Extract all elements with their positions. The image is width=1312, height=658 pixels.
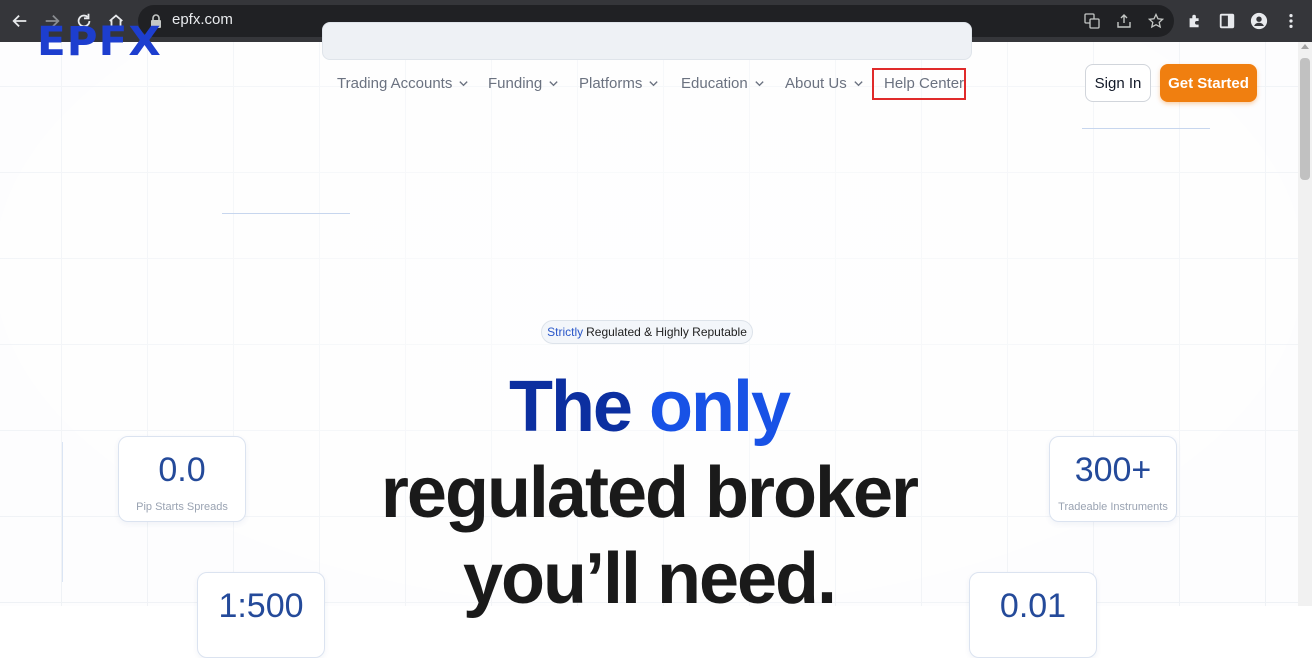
scrollbar-thumb[interactable] xyxy=(1300,58,1310,180)
stat-value: 0.01 xyxy=(999,587,1067,625)
stat-card-instruments: 300+ Tradeable Instruments xyxy=(1049,436,1177,522)
decorative-line xyxy=(1082,128,1210,129)
share-icon[interactable] xyxy=(1114,11,1134,31)
main-nav xyxy=(322,22,972,60)
stat-card-leverage: 1:500 xyxy=(197,572,325,658)
side-panel-icon[interactable] xyxy=(1214,8,1240,34)
nav-trading-accounts[interactable]: Trading Accounts xyxy=(337,75,469,92)
stat-label: Pip Starts Spreads xyxy=(136,501,228,513)
back-icon[interactable] xyxy=(7,8,33,34)
nav-platforms[interactable]: Platforms xyxy=(579,75,659,92)
badge-highlight: Strictly xyxy=(547,325,584,339)
badge-text: Regulated & Highly Reputable xyxy=(586,325,747,339)
menu-kebab-icon[interactable] xyxy=(1278,8,1304,34)
nav-education[interactable]: Education xyxy=(681,75,765,92)
nav-about-us[interactable]: About Us xyxy=(785,75,864,92)
regulation-badge: Strictly Regulated & Highly Reputable xyxy=(541,320,753,344)
chevron-down-icon xyxy=(755,81,764,87)
url-text: epfx.com xyxy=(172,11,233,28)
chevron-down-icon xyxy=(549,81,558,87)
extensions-icon[interactable] xyxy=(1182,8,1208,34)
logo-text: EPFX xyxy=(37,19,162,65)
chevron-down-icon xyxy=(459,81,468,87)
decorative-line xyxy=(222,213,350,214)
stat-value: 300+ xyxy=(1074,451,1152,489)
hero-headline-line1: The only xyxy=(508,367,791,447)
stat-value: 0.0 xyxy=(158,451,206,489)
stat-card-spreads: 0.0 Pip Starts Spreads xyxy=(118,436,246,522)
scroll-up-icon[interactable] xyxy=(1301,44,1309,49)
stat-label: Tradeable Instruments xyxy=(1058,501,1168,513)
bookmark-star-icon[interactable] xyxy=(1146,11,1166,31)
translate-icon[interactable] xyxy=(1082,11,1102,31)
stat-value: 1:500 xyxy=(218,587,304,625)
nav-help-center[interactable]: Help Center xyxy=(884,75,964,92)
sign-in-button[interactable]: Sign In xyxy=(1085,64,1151,102)
get-started-button[interactable]: Get Started xyxy=(1160,64,1257,102)
profile-avatar-icon[interactable] xyxy=(1246,8,1272,34)
stat-card-lot-size: 0.01 xyxy=(969,572,1097,658)
nav-funding[interactable]: Funding xyxy=(488,75,559,92)
chevron-down-icon xyxy=(854,81,863,87)
logo[interactable]: EPFX xyxy=(37,22,161,62)
chevron-down-icon xyxy=(649,81,659,87)
